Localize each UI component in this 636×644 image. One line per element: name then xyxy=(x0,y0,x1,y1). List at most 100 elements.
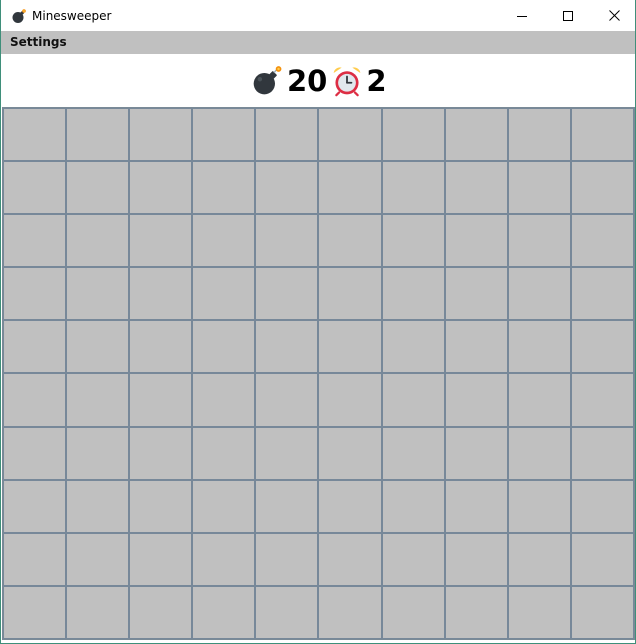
board-cell[interactable] xyxy=(3,373,67,427)
close-button[interactable] xyxy=(591,0,636,31)
board-cell[interactable] xyxy=(381,426,445,480)
board-cell[interactable] xyxy=(318,479,382,533)
board-cell[interactable] xyxy=(3,108,67,162)
board-cell[interactable] xyxy=(570,426,634,480)
board-cell[interactable] xyxy=(66,532,130,586)
board-cell[interactable] xyxy=(192,161,256,215)
board-cell[interactable] xyxy=(318,585,382,639)
board-cell[interactable] xyxy=(3,426,67,480)
board-cell[interactable] xyxy=(66,108,130,162)
board-cell[interactable] xyxy=(381,214,445,268)
board-cell[interactable] xyxy=(381,585,445,639)
board-cell[interactable] xyxy=(381,479,445,533)
board-cell[interactable] xyxy=(66,585,130,639)
board-cell[interactable] xyxy=(507,267,571,321)
board-cell[interactable] xyxy=(570,161,634,215)
board-cell[interactable] xyxy=(255,108,319,162)
board-cell[interactable] xyxy=(129,373,193,427)
board-cell[interactable] xyxy=(570,479,634,533)
board-cell[interactable] xyxy=(255,267,319,321)
board-cell[interactable] xyxy=(129,267,193,321)
board-cell[interactable] xyxy=(192,426,256,480)
board-cell[interactable] xyxy=(444,426,508,480)
board-cell[interactable] xyxy=(255,426,319,480)
board-cell[interactable] xyxy=(444,373,508,427)
board-cell[interactable] xyxy=(255,214,319,268)
board-cell[interactable] xyxy=(444,161,508,215)
board-cell[interactable] xyxy=(444,585,508,639)
board-cell[interactable] xyxy=(570,532,634,586)
board-cell[interactable] xyxy=(318,267,382,321)
board-cell[interactable] xyxy=(3,161,67,215)
board-cell[interactable] xyxy=(255,532,319,586)
board-cell[interactable] xyxy=(3,479,67,533)
board-cell[interactable] xyxy=(381,532,445,586)
board-cell[interactable] xyxy=(129,161,193,215)
board-cell[interactable] xyxy=(381,161,445,215)
board-cell[interactable] xyxy=(318,108,382,162)
board-cell[interactable] xyxy=(66,479,130,533)
board-cell[interactable] xyxy=(192,532,256,586)
minimize-button[interactable] xyxy=(499,0,545,31)
board-cell[interactable] xyxy=(507,426,571,480)
board-cell[interactable] xyxy=(192,585,256,639)
board-cell[interactable] xyxy=(255,585,319,639)
board-cell[interactable] xyxy=(570,108,634,162)
title-bar[interactable]: Minesweeper xyxy=(1,0,635,31)
board-cell[interactable] xyxy=(192,214,256,268)
board-cell[interactable] xyxy=(381,267,445,321)
board-cell[interactable] xyxy=(318,426,382,480)
board-cell[interactable] xyxy=(255,161,319,215)
maximize-button[interactable] xyxy=(545,0,591,31)
board-cell[interactable] xyxy=(3,585,67,639)
board-cell[interactable] xyxy=(570,373,634,427)
board-cell[interactable] xyxy=(507,161,571,215)
board-cell[interactable] xyxy=(192,373,256,427)
board-cell[interactable] xyxy=(570,320,634,374)
board-cell[interactable] xyxy=(444,479,508,533)
board-cell[interactable] xyxy=(318,373,382,427)
board-cell[interactable] xyxy=(129,426,193,480)
board-cell[interactable] xyxy=(255,373,319,427)
board-cell[interactable] xyxy=(507,532,571,586)
board-cell[interactable] xyxy=(381,108,445,162)
board-cell[interactable] xyxy=(444,532,508,586)
board-cell[interactable] xyxy=(255,320,319,374)
board-cell[interactable] xyxy=(318,320,382,374)
board-cell[interactable] xyxy=(381,373,445,427)
board-cell[interactable] xyxy=(444,214,508,268)
board-cell[interactable] xyxy=(318,532,382,586)
board-cell[interactable] xyxy=(507,585,571,639)
board-cell[interactable] xyxy=(255,479,319,533)
board-cell[interactable] xyxy=(129,320,193,374)
board-cell[interactable] xyxy=(66,320,130,374)
board-cell[interactable] xyxy=(3,320,67,374)
board-cell[interactable] xyxy=(570,214,634,268)
board-cell[interactable] xyxy=(129,585,193,639)
board-cell[interactable] xyxy=(129,214,193,268)
board-cell[interactable] xyxy=(192,479,256,533)
board-cell[interactable] xyxy=(192,267,256,321)
board-cell[interactable] xyxy=(444,267,508,321)
board-cell[interactable] xyxy=(318,161,382,215)
board-cell[interactable] xyxy=(381,320,445,374)
board-cell[interactable] xyxy=(129,108,193,162)
board-cell[interactable] xyxy=(318,214,382,268)
board-cell[interactable] xyxy=(66,214,130,268)
board-cell[interactable] xyxy=(507,479,571,533)
board-cell[interactable] xyxy=(507,373,571,427)
board-cell[interactable] xyxy=(66,426,130,480)
board-cell[interactable] xyxy=(3,267,67,321)
board-cell[interactable] xyxy=(192,108,256,162)
board-cell[interactable] xyxy=(444,108,508,162)
board-cell[interactable] xyxy=(129,532,193,586)
board-cell[interactable] xyxy=(66,267,130,321)
board-cell[interactable] xyxy=(66,161,130,215)
board-cell[interactable] xyxy=(129,479,193,533)
board-cell[interactable] xyxy=(507,108,571,162)
board-cell[interactable] xyxy=(570,267,634,321)
board-cell[interactable] xyxy=(3,532,67,586)
board-cell[interactable] xyxy=(3,214,67,268)
board-cell[interactable] xyxy=(66,373,130,427)
board-cell[interactable] xyxy=(507,214,571,268)
